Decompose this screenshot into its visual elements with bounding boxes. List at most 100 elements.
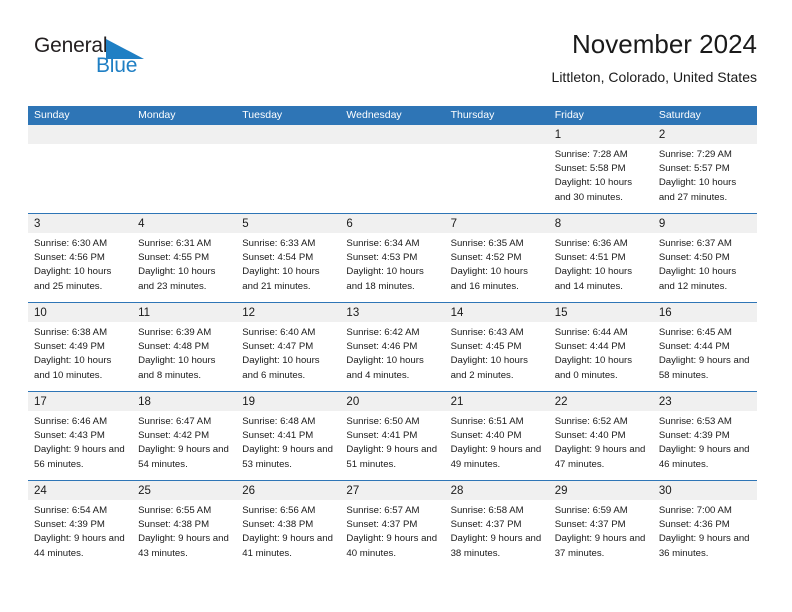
calendar-day-cell[interactable]: 17 Sunrise: 6:46 AM Sunset: 4:43 PM Dayligh… [28, 392, 133, 480]
sunset-text: Sunset: 4:36 PM [658, 519, 730, 531]
calendar-day-cell[interactable]: 6 Sunrise: 6:34 AM Sunset: 4:53 PM Daylight… [340, 214, 445, 302]
daylight-text: Daylight: 10 hours and 18 minutes. [346, 266, 424, 292]
title-block: November 2024 Littleton, Colorado, Unite… [552, 28, 757, 86]
daylight-text: Daylight: 9 hours and 44 minutes. [34, 533, 125, 559]
day-number: 4 [138, 218, 145, 230]
calendar-day-cell[interactable]: 11 Sunrise: 6:39 AM Sunset: 4:48 PM Dayligh… [132, 303, 237, 391]
weekday-header-row: Sunday Monday Tuesday Wednesday Thursday… [28, 106, 757, 125]
sunset-text: Sunset: 4:37 PM [450, 519, 522, 531]
day-number-band: 11 [132, 303, 237, 322]
calendar-page: General Blue November 2024 Littleton, Co… [0, 0, 792, 612]
day-sun-info: Sunrise: 6:37 AM Sunset: 4:50 PM Daylight:… [653, 233, 757, 294]
calendar-day-cell[interactable]: 19 Sunrise: 6:48 AM Sunset: 4:41 PM Dayligh… [236, 392, 341, 480]
daylight-text: Daylight: 9 hours and 53 minutes. [242, 444, 333, 470]
calendar-day-cell[interactable]: 22 Sunrise: 6:52 AM Sunset: 4:40 PM Dayligh… [548, 392, 653, 480]
day-number-band: 26 [236, 481, 341, 500]
day-number-band: 8 [548, 214, 653, 233]
day-number-band: 25 [132, 481, 237, 500]
sunrise-text: Sunrise: 6:46 AM [34, 416, 108, 427]
daylight-text: Daylight: 10 hours and 30 minutes. [554, 177, 633, 203]
calendar-day-cell[interactable]: 25 Sunrise: 6:55 AM Sunset: 4:38 PM Dayligh… [132, 481, 237, 569]
calendar-day-cell[interactable]: 13 Sunrise: 6:42 AM Sunset: 4:46 PM Dayligh… [340, 303, 445, 391]
day-number: 5 [242, 218, 249, 230]
calendar-day-cell[interactable]: 30 Sunrise: 7:00 AM Sunset: 4:36 PM Dayligh… [652, 481, 757, 569]
day-number: 26 [242, 485, 256, 497]
sunset-text: Sunset: 4:40 PM [554, 430, 626, 442]
daylight-text: Daylight: 10 hours and 8 minutes. [138, 355, 216, 381]
day-number: 30 [658, 485, 672, 497]
sunrise-text: Sunrise: 6:58 AM [450, 505, 524, 516]
day-sun-info: Sunrise: 6:35 AM Sunset: 4:52 PM Daylight:… [445, 233, 549, 294]
calendar-day-cell[interactable]: 29 Sunrise: 6:59 AM Sunset: 4:37 PM Dayligh… [548, 481, 653, 569]
calendar-day-cell[interactable]: 9 Sunrise: 6:37 AM Sunset: 4:50 PM Daylight… [652, 214, 757, 302]
calendar-day-cell[interactable]: 23 Sunrise: 6:53 AM Sunset: 4:39 PM Dayligh… [652, 392, 757, 480]
calendar-day-cell[interactable]: 24 Sunrise: 6:54 AM Sunset: 4:39 PM Dayligh… [28, 481, 133, 569]
calendar-day-cell[interactable]: 14 Sunrise: 6:43 AM Sunset: 4:45 PM Dayligh… [444, 303, 549, 391]
day-number-band: 1 [548, 125, 653, 144]
sunrise-text: Sunrise: 6:43 AM [450, 327, 524, 338]
daylight-text: Daylight: 9 hours and 58 minutes. [658, 355, 750, 381]
sunset-text: Sunset: 4:56 PM [34, 252, 105, 264]
sunrise-text: Sunrise: 6:39 AM [138, 327, 212, 338]
day-number: 29 [554, 485, 568, 497]
day-sun-info: Sunrise: 6:30 AM Sunset: 4:56 PM Daylight:… [28, 233, 132, 294]
sunrise-text: Sunrise: 6:51 AM [450, 416, 524, 427]
general-blue-logo[interactable]: General Blue [34, 34, 184, 86]
sunset-text: Sunset: 4:55 PM [138, 252, 210, 264]
day-sun-info: Sunrise: 6:42 AM Sunset: 4:46 PM Daylight:… [340, 322, 444, 383]
daylight-text: Daylight: 10 hours and 21 minutes. [242, 266, 320, 292]
calendar-day-cell[interactable]: 15 Sunrise: 6:44 AM Sunset: 4:44 PM Dayligh… [548, 303, 653, 391]
calendar-day-cell[interactable]: 28 Sunrise: 6:58 AM Sunset: 4:37 PM Dayligh… [444, 481, 549, 569]
daylight-text: Daylight: 10 hours and 23 minutes. [138, 266, 216, 292]
daylight-text: Daylight: 9 hours and 46 minutes. [658, 444, 750, 470]
day-number-band: 20 [340, 392, 445, 411]
sunset-text: Sunset: 4:54 PM [242, 252, 314, 264]
calendar-day-cell[interactable]: 1 Sunrise: 7:28 AM Sunset: 5:58 PM Daylight… [548, 125, 653, 213]
calendar-day-cell[interactable]: 5 Sunrise: 6:33 AM Sunset: 4:54 PM Daylight… [236, 214, 341, 302]
page-title: November 2024 [572, 29, 757, 59]
day-number-band [132, 125, 237, 144]
day-number-band: 15 [548, 303, 653, 322]
weekday-header-tuesday: Tuesday [242, 109, 283, 121]
calendar-day-cell[interactable]: 3 Sunrise: 6:30 AM Sunset: 4:56 PM Daylight… [28, 214, 133, 302]
day-number-band: 13 [340, 303, 445, 322]
calendar-day-cell[interactable]: 4 Sunrise: 6:31 AM Sunset: 4:55 PM Daylight… [132, 214, 237, 302]
day-number-band: 27 [340, 481, 445, 500]
daylight-text: Daylight: 9 hours and 37 minutes. [554, 533, 646, 559]
day-number-band: 16 [652, 303, 757, 322]
sunset-text: Sunset: 4:51 PM [554, 252, 626, 264]
sunrise-text: Sunrise: 6:37 AM [658, 238, 732, 249]
calendar-day-cell[interactable]: 20 Sunrise: 6:50 AM Sunset: 4:41 PM Dayligh… [340, 392, 445, 480]
day-sun-info: Sunrise: 6:36 AM Sunset: 4:51 PM Daylight:… [549, 233, 653, 294]
daylight-text: Daylight: 10 hours and 2 minutes. [450, 355, 528, 381]
calendar-day-cell[interactable]: 18 Sunrise: 6:47 AM Sunset: 4:42 PM Dayligh… [132, 392, 237, 480]
day-number-band: 7 [444, 214, 549, 233]
day-sun-info: Sunrise: 7:28 AM Sunset: 5:58 PM Daylight:… [549, 144, 653, 205]
daylight-text: Daylight: 9 hours and 36 minutes. [658, 533, 750, 559]
calendar-day-cell[interactable]: 8 Sunrise: 6:36 AM Sunset: 4:51 PM Daylight… [548, 214, 653, 302]
day-sun-info: Sunrise: 6:47 AM Sunset: 4:42 PM Daylight:… [132, 411, 236, 472]
day-sun-info: Sunrise: 6:53 AM Sunset: 4:39 PM Daylight:… [653, 411, 757, 472]
sunset-text: Sunset: 4:39 PM [34, 519, 105, 531]
sunrise-text: Sunrise: 6:53 AM [658, 416, 732, 427]
sunset-text: Sunset: 4:41 PM [346, 430, 418, 442]
sunset-text: Sunset: 4:46 PM [346, 341, 418, 353]
daylight-text: Daylight: 10 hours and 14 minutes. [554, 266, 633, 292]
calendar-day-cell[interactable]: 16 Sunrise: 6:45 AM Sunset: 4:44 PM Dayligh… [652, 303, 757, 391]
day-sun-info: Sunrise: 6:50 AM Sunset: 4:41 PM Daylight:… [340, 411, 444, 472]
day-number: 11 [138, 307, 151, 319]
day-sun-info: Sunrise: 6:57 AM Sunset: 4:37 PM Daylight:… [340, 500, 444, 561]
calendar-day-cell[interactable]: 7 Sunrise: 6:35 AM Sunset: 4:52 PM Daylight… [444, 214, 549, 302]
sunrise-text: Sunrise: 6:30 AM [34, 238, 108, 249]
calendar-day-cell[interactable]: 10 Sunrise: 6:38 AM Sunset: 4:49 PM Dayligh… [28, 303, 133, 391]
calendar-day-cell[interactable]: 12 Sunrise: 6:40 AM Sunset: 4:47 PM Dayligh… [236, 303, 341, 391]
calendar-day-cell[interactable]: 26 Sunrise: 6:56 AM Sunset: 4:38 PM Dayligh… [236, 481, 341, 569]
calendar-grid: Sunday Monday Tuesday Wednesday Thursday… [28, 106, 757, 569]
sunset-text: Sunset: 4:37 PM [346, 519, 418, 531]
day-number: 16 [658, 307, 672, 319]
calendar-day-cell[interactable]: 2 Sunrise: 7:29 AM Sunset: 5:57 PM Daylight… [652, 125, 757, 213]
day-number-band [28, 125, 133, 144]
calendar-day-cell[interactable]: 27 Sunrise: 6:57 AM Sunset: 4:37 PM Dayligh… [340, 481, 445, 569]
calendar-day-cell[interactable]: 21 Sunrise: 6:51 AM Sunset: 4:40 PM Dayligh… [444, 392, 549, 480]
day-number: 18 [138, 396, 151, 408]
